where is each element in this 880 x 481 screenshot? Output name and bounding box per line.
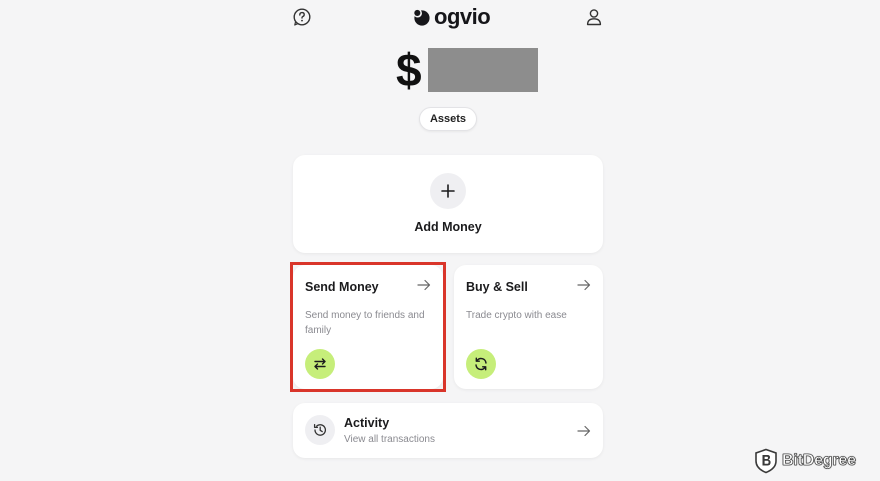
add-money-icon-circle	[430, 173, 466, 209]
add-money-card[interactable]: Add Money	[293, 155, 603, 253]
add-money-label: Add Money	[414, 220, 482, 234]
activity-card[interactable]: Activity View all transactions	[293, 403, 603, 458]
refresh-icon	[475, 357, 487, 371]
activity-subtitle: View all transactions	[344, 434, 435, 445]
arrow-right-icon	[577, 279, 591, 291]
buy-sell-card[interactable]: Buy & Sell Trade crypto with ease	[454, 265, 603, 389]
bitdegree-shield-icon	[755, 448, 777, 474]
activity-icon-circle	[305, 415, 335, 445]
currency-symbol: $	[396, 44, 422, 96]
bitdegree-watermark: BitDegree	[754, 448, 856, 474]
app-logo: ogvio	[412, 4, 491, 29]
buy-sell-description: Trade crypto with ease	[466, 310, 567, 321]
buy-sell-title: Buy & Sell	[466, 280, 528, 294]
history-icon	[313, 423, 326, 436]
help-button[interactable]	[292, 7, 312, 27]
ogvio-logo-mark-icon	[413, 8, 430, 26]
masked-balance-amount	[427, 48, 538, 92]
send-money-highlight	[290, 262, 446, 392]
user-icon	[586, 9, 602, 26]
plus-icon	[441, 184, 455, 198]
profile-button[interactable]	[584, 7, 604, 27]
top-bar: ogvio	[290, 4, 606, 32]
activity-title: Activity	[344, 416, 390, 430]
buy-sell-icon-circle	[466, 349, 496, 379]
balance-display: $	[396, 47, 538, 93]
arrow-right-icon	[577, 425, 591, 437]
logo-text: ogvio	[434, 4, 491, 29]
help-circle-icon	[293, 8, 311, 26]
assets-button[interactable]: Assets	[419, 107, 477, 131]
watermark-text: BitDegree	[782, 452, 857, 470]
